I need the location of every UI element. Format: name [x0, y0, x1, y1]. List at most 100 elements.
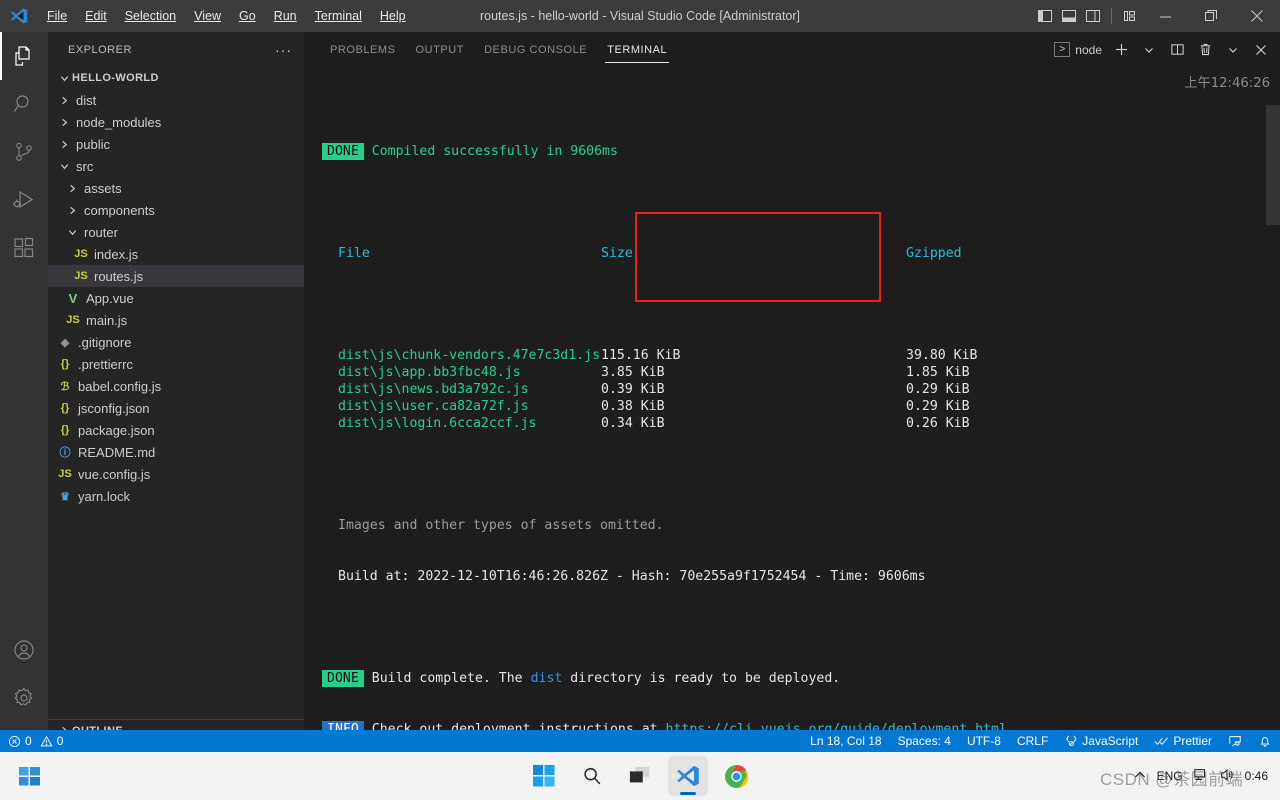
taskbar-task-view-icon[interactable] [620, 756, 660, 796]
status-eol[interactable]: CRLF [1009, 730, 1056, 752]
split-terminal-icon[interactable] [1164, 37, 1190, 63]
customize-layout-icon[interactable] [1118, 0, 1142, 32]
ime-mode-icon[interactable] [1193, 767, 1209, 786]
git-file-icon: ◈ [60, 336, 70, 349]
tree-item-babel-config-js[interactable]: ℬbabel.config.js [48, 375, 304, 397]
menu-help[interactable]: Help [371, 5, 415, 27]
tree-item-routes-js[interactable]: JS routes.js [48, 265, 304, 287]
tree-item-index-js[interactable]: JS index.js [48, 243, 304, 265]
maximize-restore-button[interactable] [1188, 0, 1234, 32]
tree-item-node-modules[interactable]: node_modules [48, 111, 304, 133]
status-prettier[interactable]: Prettier [1146, 730, 1220, 752]
activity-account-icon[interactable] [0, 626, 48, 674]
terminal-dropdown-icon[interactable] [1136, 37, 1162, 63]
tree-item-components[interactable]: components [48, 199, 304, 221]
status-bar: 0 0 Ln 18, Col 18 Spaces: 4 UTF-8 CRLF J… [0, 730, 1280, 752]
explorer-more-actions-icon[interactable]: ··· [275, 42, 292, 58]
workspace-root-row[interactable]: HELLO-WORLD [48, 67, 304, 89]
done-badge: DONE [322, 143, 364, 160]
taskbar-chrome-icon[interactable] [716, 756, 756, 796]
status-indentation[interactable]: Spaces: 4 [890, 730, 959, 752]
terminal-file-size: 0.39 KiB [601, 382, 665, 397]
tab-output[interactable]: OUTPUT [406, 32, 475, 67]
toggle-primary-sidebar-icon[interactable] [1033, 0, 1057, 32]
toggle-panel-icon[interactable] [1057, 0, 1081, 32]
show-hidden-icons-icon[interactable] [1133, 768, 1147, 785]
status-remote[interactable] [1220, 730, 1250, 752]
kill-terminal-trash-icon[interactable] [1192, 37, 1218, 63]
terminal-output[interactable]: 上午12:46:26 DONE Compiled successfully in … [304, 67, 1280, 738]
menu-file[interactable]: File [38, 5, 76, 27]
activity-search-icon[interactable] [0, 80, 48, 128]
col-file-header: File [338, 246, 370, 261]
info-file-icon: ⓘ [59, 447, 71, 459]
tree-item-vue-config-js[interactable]: JS vue.config.js [48, 463, 304, 485]
build-complete-dir: dist [530, 671, 563, 686]
terminal-file-name: dist\js\user.ca82a72f.js [338, 399, 529, 414]
tab-debug-console[interactable]: DEBUG CONSOLE [474, 32, 597, 67]
build-complete-pre: Build complete. The [371, 671, 531, 686]
terminal-line-build-complete: DONE Build complete. The dist directory i… [322, 670, 1270, 687]
tree-item-prettierrc[interactable]: {} .prettierrc [48, 353, 304, 375]
maximize-panel-icon[interactable] [1220, 37, 1246, 63]
status-encoding[interactable]: UTF-8 [959, 730, 1009, 752]
close-button[interactable] [1234, 0, 1280, 32]
activity-run-debug-icon[interactable] [0, 176, 48, 224]
tree-item-gitignore[interactable]: ◈ .gitignore [48, 331, 304, 353]
minimize-button[interactable] [1142, 0, 1188, 32]
toggle-secondary-sidebar-icon[interactable] [1081, 0, 1105, 32]
tab-problems[interactable]: PROBLEMS [320, 32, 406, 67]
new-terminal-icon[interactable] [1108, 37, 1134, 63]
volume-icon[interactable] [1219, 767, 1235, 786]
chevron-down-icon [56, 161, 72, 172]
activity-settings-gear-icon[interactable] [0, 674, 48, 722]
activity-source-control-icon[interactable] [0, 128, 48, 176]
menu-edit[interactable]: Edit [76, 5, 116, 27]
tree-item-src[interactable]: src [48, 155, 304, 177]
status-notifications[interactable] [1250, 730, 1280, 752]
terminal-selector[interactable]: > node [1054, 42, 1106, 57]
tree-item-jsconfig-json[interactable]: {} jsconfig.json [48, 397, 304, 419]
status-problems[interactable]: 0 0 [0, 730, 71, 752]
check-check-icon [1154, 737, 1169, 746]
tree-item-main-js[interactable]: JS main.js [48, 309, 304, 331]
tree-item-public[interactable]: public [48, 133, 304, 155]
tree-item-readme-md[interactable]: ⓘ README.md [48, 441, 304, 463]
taskbar-start-button[interactable] [524, 756, 564, 796]
tree-item-label: router [84, 224, 118, 240]
menu-bar[interactable]: File Edit Selection View Go Run Terminal… [38, 5, 415, 27]
taskbar-vscode-icon[interactable] [668, 756, 708, 796]
menu-run[interactable]: Run [265, 5, 306, 27]
terminal-file-row: dist\js\chunk-vendors.47e7c3d1.js115.16 … [322, 347, 1270, 364]
status-language-mode[interactable]: JavaScript [1056, 730, 1146, 752]
taskbar-clock[interactable]: 0:46 [1245, 769, 1272, 783]
status-cursor-position[interactable]: Ln 18, Col 18 [802, 730, 889, 752]
remote-window-icon [1229, 736, 1241, 747]
error-count: 0 [25, 734, 32, 748]
tree-item-app-vue[interactable]: V App.vue [48, 287, 304, 309]
terminal-timestamp: 上午12:46:26 [1184, 75, 1270, 92]
menu-go[interactable]: Go [230, 5, 265, 27]
tree-item-router[interactable]: router [48, 221, 304, 243]
activity-extensions-icon[interactable] [0, 224, 48, 272]
tab-terminal[interactable]: TERMINAL [597, 32, 677, 67]
menu-terminal[interactable]: Terminal [306, 5, 371, 27]
tree-item-assets[interactable]: assets [48, 177, 304, 199]
activity-explorer-icon[interactable] [0, 32, 48, 80]
menu-selection[interactable]: Selection [116, 5, 185, 27]
terminal-timestamp-label: 上午12:46:26 [1184, 76, 1270, 91]
chevron-right-icon [64, 183, 80, 194]
terminal-scrollbar[interactable] [1266, 105, 1280, 225]
tree-item-package-json[interactable]: {} package.json [48, 419, 304, 441]
taskbar-search-icon[interactable] [572, 756, 612, 796]
tree-item-dist[interactable]: dist [48, 89, 304, 111]
js-file-icon: JS [58, 468, 72, 480]
terminal-file-row: dist\js\user.ca82a72f.js 0.38 KiB 0.29 KiB [322, 398, 1270, 415]
tree-item-yarn-lock[interactable]: ♛ yarn.lock [48, 485, 304, 507]
ime-language-label[interactable]: ENG [1157, 769, 1183, 783]
tree-item-label: assets [84, 180, 122, 196]
warning-count: 0 [56, 734, 64, 748]
close-panel-icon[interactable] [1248, 37, 1274, 63]
menu-view[interactable]: View [185, 5, 230, 27]
taskbar-center [0, 752, 1280, 800]
